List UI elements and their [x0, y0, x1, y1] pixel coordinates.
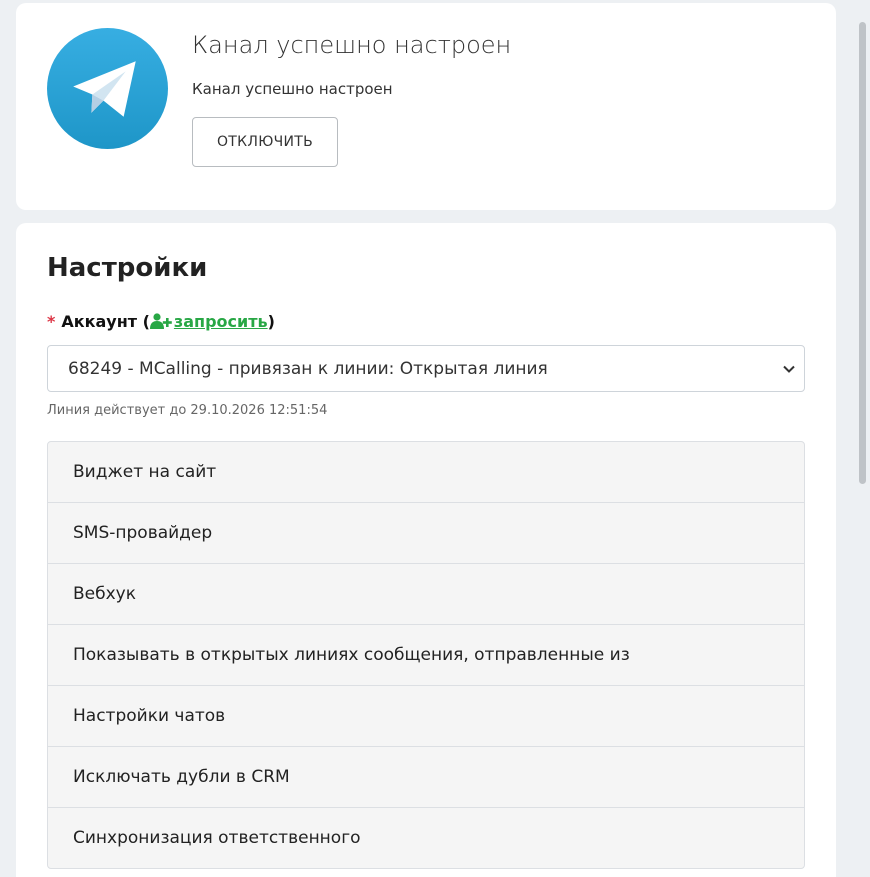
status-subtitle: Канал успешно настроен	[192, 80, 393, 98]
request-account-link[interactable]: запросить	[174, 312, 268, 331]
settings-item-show-messages[interactable]: Показывать в открытых линиях сообщения, …	[48, 625, 804, 686]
settings-item-widget[interactable]: Виджет на сайт	[48, 442, 804, 503]
account-select-value: 68249 - MCalling - привязан к линии: Отк…	[68, 358, 548, 379]
user-plus-icon	[149, 313, 172, 329]
required-mark: *	[47, 312, 56, 331]
settings-item-chat-settings[interactable]: Настройки чатов	[48, 686, 804, 747]
account-label-text: Аккаунт (	[61, 312, 150, 331]
settings-list: Виджет на сайт SMS-провайдер Вебхук Пока…	[47, 441, 805, 869]
account-label-end: )	[267, 312, 275, 331]
settings-item-exclude-duplicates[interactable]: Исключать дубли в CRM	[48, 747, 804, 808]
account-label: * Аккаунт ( запросить)	[47, 312, 275, 331]
telegram-logo	[47, 28, 168, 149]
scrollbar[interactable]	[842, 0, 870, 877]
line-expiry-hint: Линия действует до 29.10.2026 12:51:54	[47, 403, 328, 418]
settings-item-sms-provider[interactable]: SMS-провайдер	[48, 503, 804, 564]
status-title: Канал успешно настроен	[192, 31, 512, 59]
disconnect-button[interactable]: ОТКЛЮЧИТЬ	[192, 117, 338, 167]
status-card: Канал успешно настроен Канал успешно нас…	[16, 3, 836, 210]
settings-item-sync-responsible[interactable]: Синхронизация ответственного	[48, 808, 804, 868]
chevron-down-icon	[783, 365, 795, 373]
scrollbar-thumb[interactable]	[859, 22, 866, 484]
account-select[interactable]: 68249 - MCalling - привязан к линии: Отк…	[47, 345, 805, 392]
settings-card: Настройки * Аккаунт ( запросить) 68249 - …	[16, 223, 836, 877]
settings-item-webhook[interactable]: Вебхук	[48, 564, 804, 625]
settings-title: Настройки	[47, 253, 208, 283]
